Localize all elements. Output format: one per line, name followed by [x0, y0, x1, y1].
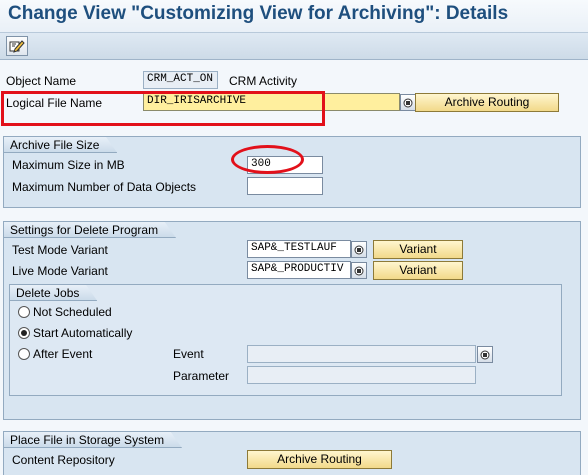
display-change-button[interactable]	[6, 36, 28, 56]
event-value-help[interactable]	[477, 346, 493, 363]
object-name-field: CRM_ACT_ON	[143, 71, 218, 89]
max-objects-input[interactable]	[247, 177, 323, 195]
test-mode-input[interactable]: SAP&_TESTLAUF	[247, 240, 351, 258]
event-label: Event	[173, 347, 204, 361]
logical-file-name-label: Logical File Name	[6, 96, 103, 110]
archive-routing-button-storage[interactable]: Archive Routing	[247, 450, 392, 469]
application-toolbar	[0, 32, 588, 60]
radio-start-automatically[interactable]	[18, 327, 30, 339]
logical-file-value-help[interactable]	[400, 94, 416, 111]
value-help-icon	[354, 245, 364, 254]
object-name-description: CRM Activity	[229, 74, 298, 88]
max-objects-label: Maximum Number of Data Objects	[12, 180, 197, 194]
value-help-icon	[403, 98, 413, 107]
live-mode-input[interactable]: SAP&_PRODUCTIV	[247, 261, 351, 279]
test-mode-label: Test Mode Variant	[12, 243, 108, 257]
storage-system-title: Place File in Storage System	[3, 431, 182, 448]
live-mode-variant-button[interactable]: Variant	[373, 261, 463, 280]
logical-file-name-input[interactable]: DIR_IRISARCHIVE	[143, 93, 400, 111]
parameter-label: Parameter	[173, 369, 230, 383]
display-change-icon	[9, 40, 25, 53]
delete-jobs-title: Delete Jobs	[9, 284, 97, 301]
event-input[interactable]	[247, 345, 476, 363]
radio-after-event[interactable]	[18, 348, 30, 360]
value-help-icon	[354, 266, 364, 275]
radio-start-automatically-label: Start Automatically	[33, 326, 133, 340]
archive-routing-button-header[interactable]: Archive Routing	[415, 93, 559, 112]
max-size-input[interactable]: 300	[247, 156, 323, 174]
content-repository-label: Content Repository	[12, 453, 115, 467]
test-mode-value-help[interactable]	[351, 241, 367, 258]
delete-program-title: Settings for Delete Program	[3, 221, 176, 238]
radio-not-scheduled-label: Not Scheduled	[33, 305, 112, 319]
test-mode-variant-button[interactable]: Variant	[373, 240, 463, 259]
title-bar: Change View "Customizing View for Archiv…	[0, 0, 588, 32]
max-size-label: Maximum Size in MB	[12, 158, 125, 172]
radio-not-scheduled[interactable]	[18, 306, 30, 318]
live-mode-label: Live Mode Variant	[12, 264, 108, 278]
live-mode-value-help[interactable]	[351, 262, 367, 279]
value-help-icon	[480, 350, 490, 359]
object-name-label: Object Name	[6, 74, 77, 88]
archive-file-size-title: Archive File Size	[3, 136, 117, 153]
page-title: Change View "Customizing View for Archiv…	[8, 3, 509, 24]
parameter-input[interactable]	[247, 366, 476, 384]
radio-after-event-label: After Event	[33, 347, 93, 361]
